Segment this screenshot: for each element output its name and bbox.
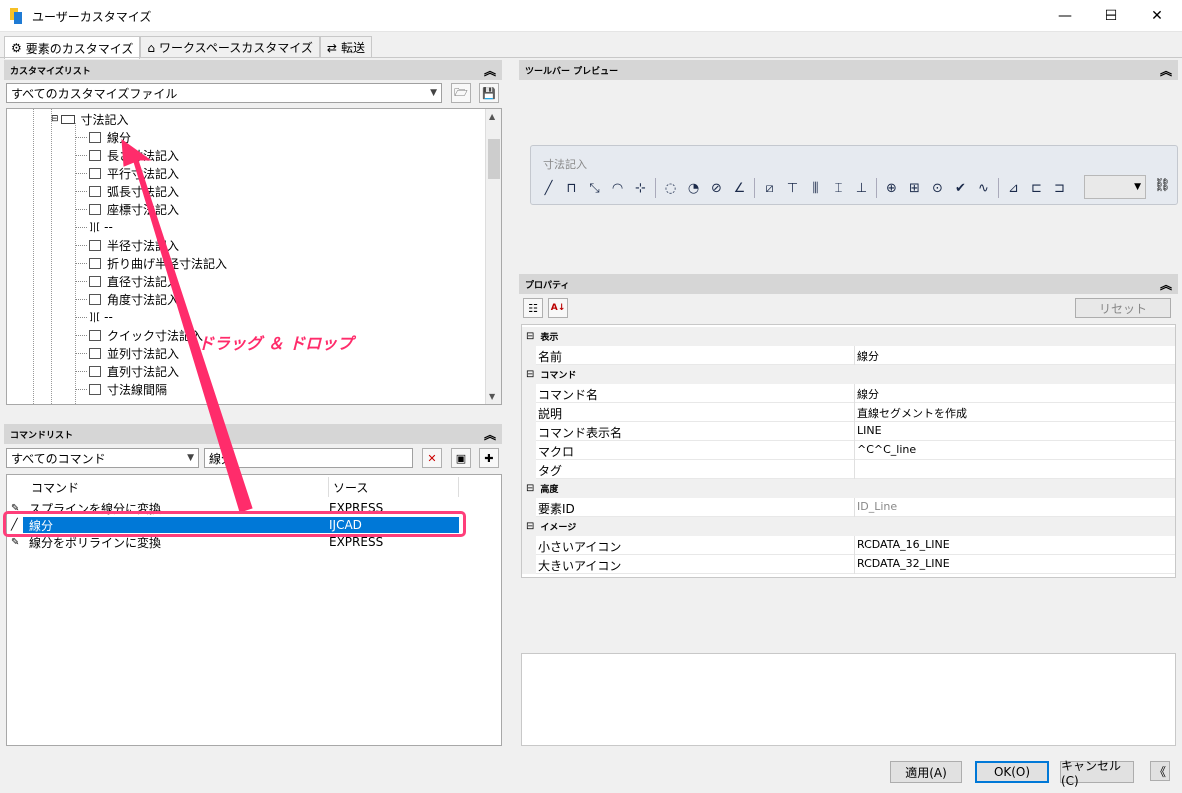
drag-arrow-overlay <box>121 138 253 513</box>
drag-arrow <box>121 138 253 513</box>
annotation-text: ドラッグ ＆ ドロップ <box>198 334 354 353</box>
selection-highlight-box <box>3 511 466 537</box>
